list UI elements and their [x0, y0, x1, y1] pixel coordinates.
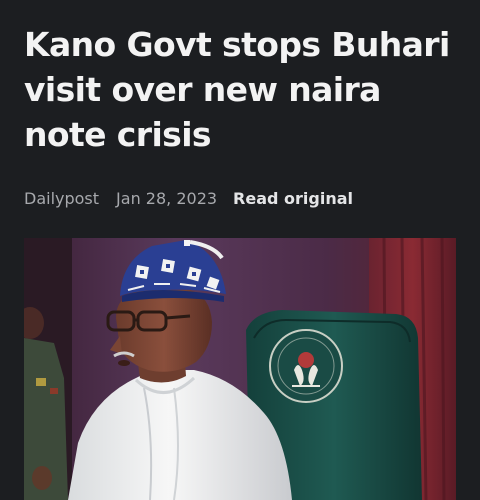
- publish-date: Jan 28, 2023: [116, 188, 218, 208]
- source-name: Dailypost: [24, 188, 100, 208]
- article-meta: Dailypost Jan 28, 2023 Read original: [24, 187, 353, 209]
- photo-scene: [24, 238, 456, 500]
- seal-icon: [269, 329, 343, 403]
- article-card: Kano Govt stops Buhari visit over new na…: [0, 0, 480, 500]
- article-photo[interactable]: [24, 238, 456, 500]
- read-original-link[interactable]: Read original: [233, 189, 353, 208]
- article-headline[interactable]: Kano Govt stops Buhari visit over new na…: [24, 22, 464, 157]
